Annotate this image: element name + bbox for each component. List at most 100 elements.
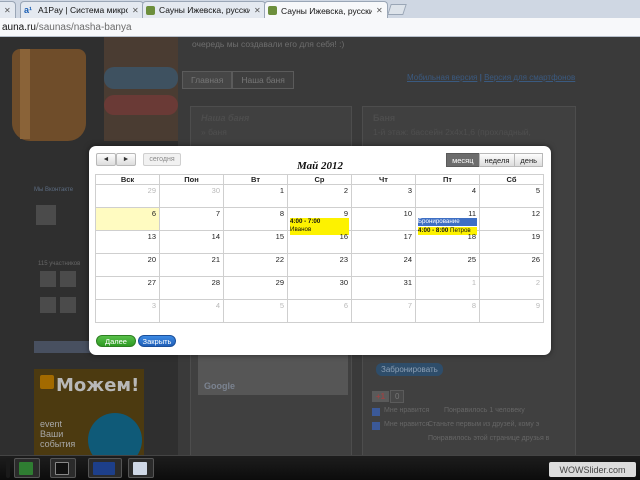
day-cell[interactable]: 7: [351, 299, 416, 323]
day-cell[interactable]: 2: [479, 276, 544, 300]
day-cell[interactable]: 21: [159, 253, 224, 277]
mozhem-ad-banner[interactable]: Можем! event Ваши события: [34, 369, 144, 455]
day-cell[interactable]: 20: [95, 253, 160, 277]
day-cell[interactable]: 30: [287, 276, 352, 300]
view-month-button[interactable]: месяц: [446, 153, 480, 167]
day-cell[interactable]: 6: [95, 207, 160, 231]
view-week-button[interactable]: неделя: [478, 153, 516, 167]
day-cell[interactable]: 23: [287, 253, 352, 277]
view-day-button[interactable]: день: [514, 153, 543, 167]
day-cell[interactable]: 16: [287, 230, 352, 254]
day-cell[interactable]: 8: [415, 299, 480, 323]
day-cell[interactable]: 15: [223, 230, 288, 254]
day-cell[interactable]: 30: [159, 184, 224, 208]
close-button[interactable]: Закрыть: [138, 335, 176, 347]
mobile-version-link[interactable]: Мобильная версия: [407, 73, 477, 82]
day-cell[interactable]: 7: [159, 207, 224, 231]
like-count: Понравилось 1 человеку: [444, 407, 525, 414]
day-cell[interactable]: 29: [95, 184, 160, 208]
wowslider-watermark[interactable]: WOWSlider.com: [549, 462, 636, 477]
day-number: 13: [147, 232, 156, 241]
taskbar-item[interactable]: [128, 458, 154, 478]
day-number: 3: [407, 186, 412, 195]
close-icon[interactable]: ✕: [376, 6, 384, 15]
day-cell[interactable]: 12: [479, 207, 544, 231]
day-cell[interactable]: 27: [95, 276, 160, 300]
notepad-icon: [133, 462, 147, 475]
next-button[interactable]: Далее: [96, 335, 136, 347]
day-cell[interactable]: 11 Бронирование 4:00 - 8:00 Петров: [415, 207, 480, 235]
day-cell[interactable]: 10: [351, 207, 416, 231]
mozhem-logo: [40, 375, 54, 389]
new-tab-button[interactable]: [387, 4, 407, 15]
close-icon[interactable]: ✕: [4, 6, 12, 15]
excel-icon: [19, 462, 33, 475]
day-cell[interactable]: 3: [95, 299, 160, 323]
day-number: 28: [211, 278, 220, 287]
day-cell[interactable]: 28: [159, 276, 224, 300]
calendar-event[interactable]: Бронирование: [418, 218, 477, 226]
day-cell[interactable]: 4: [159, 299, 224, 323]
day-cell[interactable]: 4: [415, 184, 480, 208]
ad-event-word: event: [40, 419, 63, 429]
site-nav: Главная Наша баня: [182, 71, 294, 89]
browser-tab-saunas-active[interactable]: Сауны Ижевска, русские, ✕: [264, 1, 388, 19]
day-cell[interactable]: 19: [479, 230, 544, 254]
day-cell[interactable]: 8: [223, 207, 288, 231]
smartphone-version-link[interactable]: Версия для смартфонов: [484, 73, 575, 82]
taskbar-item[interactable]: [88, 458, 122, 478]
version-links: Мобильная версия | Версия для смартфонов: [407, 73, 575, 82]
day-cell[interactable]: 6: [287, 299, 352, 323]
day-cell[interactable]: 14: [159, 230, 224, 254]
taskbar-item[interactable]: [14, 458, 40, 478]
url-field[interactable]: auna.ru/saunas/nasha-banya: [0, 21, 132, 34]
day-cell[interactable]: 24: [351, 253, 416, 277]
day-cell[interactable]: 22: [223, 253, 288, 277]
panel-item[interactable]: » баня: [201, 127, 227, 137]
day-cell[interactable]: 29: [223, 276, 288, 300]
day-number: 4: [215, 301, 220, 310]
close-icon[interactable]: ✕: [254, 6, 262, 15]
like-button-label[interactable]: Мне нравится: [384, 407, 429, 414]
day-number: 6: [151, 209, 156, 218]
day-number: 8: [471, 301, 476, 310]
day-cell[interactable]: 17: [351, 230, 416, 254]
day-cell[interactable]: 5: [479, 184, 544, 208]
address-bar[interactable]: auna.ru/saunas/nasha-banya: [0, 18, 640, 37]
day-number: 7: [407, 301, 412, 310]
day-cell[interactable]: 13: [95, 230, 160, 254]
nav-home[interactable]: Главная: [182, 71, 233, 89]
browser-tab-stub[interactable]: a ✕: [0, 1, 16, 18]
gplus-button[interactable]: +1: [372, 391, 390, 402]
tab-title: Сауны Ижевска, русские,: [159, 5, 250, 15]
day-cell[interactable]: 2: [287, 184, 352, 208]
day-cell[interactable]: 1: [223, 184, 288, 208]
fb-like-icon[interactable]: [372, 422, 380, 430]
day-number: 19: [531, 232, 540, 241]
nav-our-banya[interactable]: Наша баня: [232, 71, 294, 89]
day-cell[interactable]: 3: [351, 184, 416, 208]
day-cell[interactable]: 25: [415, 253, 480, 277]
day-number: 14: [211, 232, 220, 241]
close-icon[interactable]: ✕: [132, 6, 140, 15]
taskbar-item[interactable]: [50, 458, 76, 478]
day-number: 8: [279, 209, 284, 218]
day-cell[interactable]: 5: [223, 299, 288, 323]
google-map[interactable]: Google: [198, 353, 348, 395]
book-button[interactable]: Забронировать: [376, 363, 443, 376]
recommend-label[interactable]: Мне нравится: [384, 421, 429, 428]
a1pay-icon: a¹: [24, 4, 33, 15]
week-row: 6 7 8 9 4:00 - 7:00 Иванов 10 11 Бронирование 4:0…: [95, 207, 544, 235]
day-cell[interactable]: 1: [415, 276, 480, 300]
browser-tab-saunas[interactable]: Сауны Ижевска, русские, ✕: [142, 1, 266, 18]
day-cell[interactable]: 9 4:00 - 7:00 Иванов: [287, 207, 352, 235]
day-cell[interactable]: 18: [415, 230, 480, 254]
day-cell[interactable]: 9: [479, 299, 544, 323]
day-cell[interactable]: 31: [351, 276, 416, 300]
vk-like-icon[interactable]: [372, 408, 380, 416]
url-host: auna.ru: [2, 22, 36, 33]
panel-text: 1-й этаж: бассейн 2х4х1,6 (прохладный,: [373, 127, 531, 137]
day-cell[interactable]: 26: [479, 253, 544, 277]
taskbar-edge: [6, 458, 10, 478]
browser-tab-a1pay[interactable]: a¹ A1Pay | Система микропл ✕: [20, 1, 144, 18]
